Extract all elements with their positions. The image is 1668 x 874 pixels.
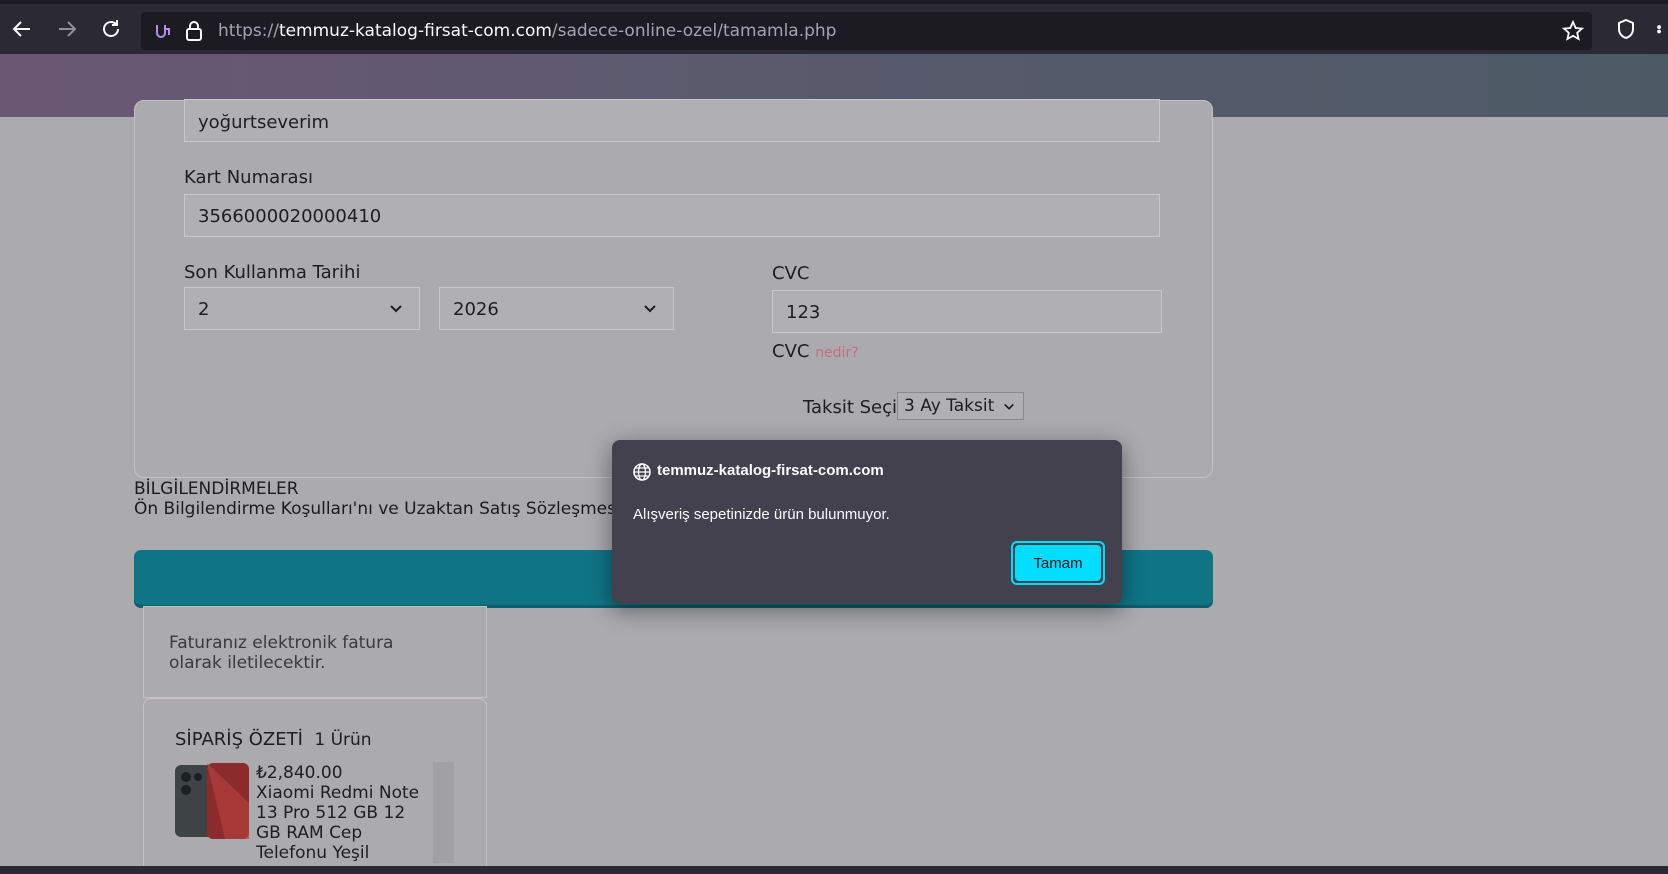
dialog-message: Alışveriş sepetinizde ürün bulunmuyor.	[633, 506, 890, 523]
browser-toolbar: https://temmuz-katalog-firsat-com.com/sa…	[0, 0, 1668, 54]
info-text[interactable]: Ön Bilgilendirme Koşulları'nı ve Uzaktan…	[134, 499, 688, 519]
extensions-puzzle-icon[interactable]	[1654, 16, 1668, 42]
order-item-price: ₺2,840.00	[256, 763, 343, 783]
lock-icon[interactable]	[185, 20, 203, 47]
expiry-label: Son Kullanma Tarihi	[184, 262, 361, 283]
installment-select[interactable]: 3 Ay Taksit	[897, 392, 1024, 420]
dialog-ok-label: Tamam	[1015, 545, 1101, 581]
cvc-help-link[interactable]: nedir?	[815, 345, 858, 361]
installment-label: Taksit Seçin	[803, 397, 909, 418]
card-number-label: Kart Numarası	[184, 167, 313, 188]
invoice-note-box: Faturanız elektronik fatura olarak ileti…	[143, 606, 487, 698]
dialog-origin: temmuz-katalog-firsat-com.com	[657, 462, 884, 479]
cvc-label: CVC	[772, 263, 810, 284]
chevron-down-icon	[644, 305, 656, 313]
card-number-field[interactable]: 3566000020000410	[184, 194, 1160, 237]
product-image[interactable]	[175, 763, 249, 839]
order-item-name[interactable]: Xiaomi Redmi Note 13 Pro 512 GB 12 GB RA…	[256, 783, 431, 863]
shield-icon[interactable]	[1613, 16, 1639, 42]
url-text[interactable]: https://temmuz-katalog-firsat-com.com/sa…	[218, 21, 836, 41]
cvc-field[interactable]: 123	[772, 290, 1162, 333]
expiry-year-select[interactable]: 2026	[439, 287, 674, 330]
cvc-help: CVC nedir?	[772, 341, 859, 362]
order-item-count: 1 Ürün	[314, 730, 372, 750]
bottom-edge	[0, 866, 1668, 874]
summary-scrollbar[interactable]	[433, 762, 454, 863]
alert-dialog: temmuz-katalog-firsat-com.com Alışveriş …	[612, 440, 1122, 604]
address-bar[interactable]: https://temmuz-katalog-firsat-com.com/sa…	[141, 12, 1592, 50]
back-arrow-icon[interactable]	[9, 16, 35, 42]
expiry-month-select[interactable]: 2	[184, 287, 420, 330]
order-summary-title: SİPARİŞ ÖZETİ 1 Ürün	[175, 729, 372, 750]
chevron-down-icon	[390, 305, 402, 313]
chevron-down-icon	[1004, 403, 1014, 410]
order-item-details: ₺2,840.00 Xiaomi Redmi Note 13 Pro 512 G…	[256, 763, 431, 863]
globe-icon	[633, 463, 651, 481]
invoice-note-text: Faturanız elektronik fatura olarak ileti…	[169, 633, 394, 673]
card-holder-name-field[interactable]: yoğurtseverim	[184, 99, 1160, 142]
forward-arrow-icon[interactable]	[54, 16, 80, 42]
bookmark-star-icon[interactable]	[1561, 19, 1585, 47]
info-title: BİLGİLENDİRMELER	[134, 479, 299, 499]
extension-icon[interactable]	[153, 21, 173, 46]
dialog-ok-button[interactable]: Tamam	[1011, 541, 1105, 585]
reload-icon[interactable]	[98, 16, 124, 42]
